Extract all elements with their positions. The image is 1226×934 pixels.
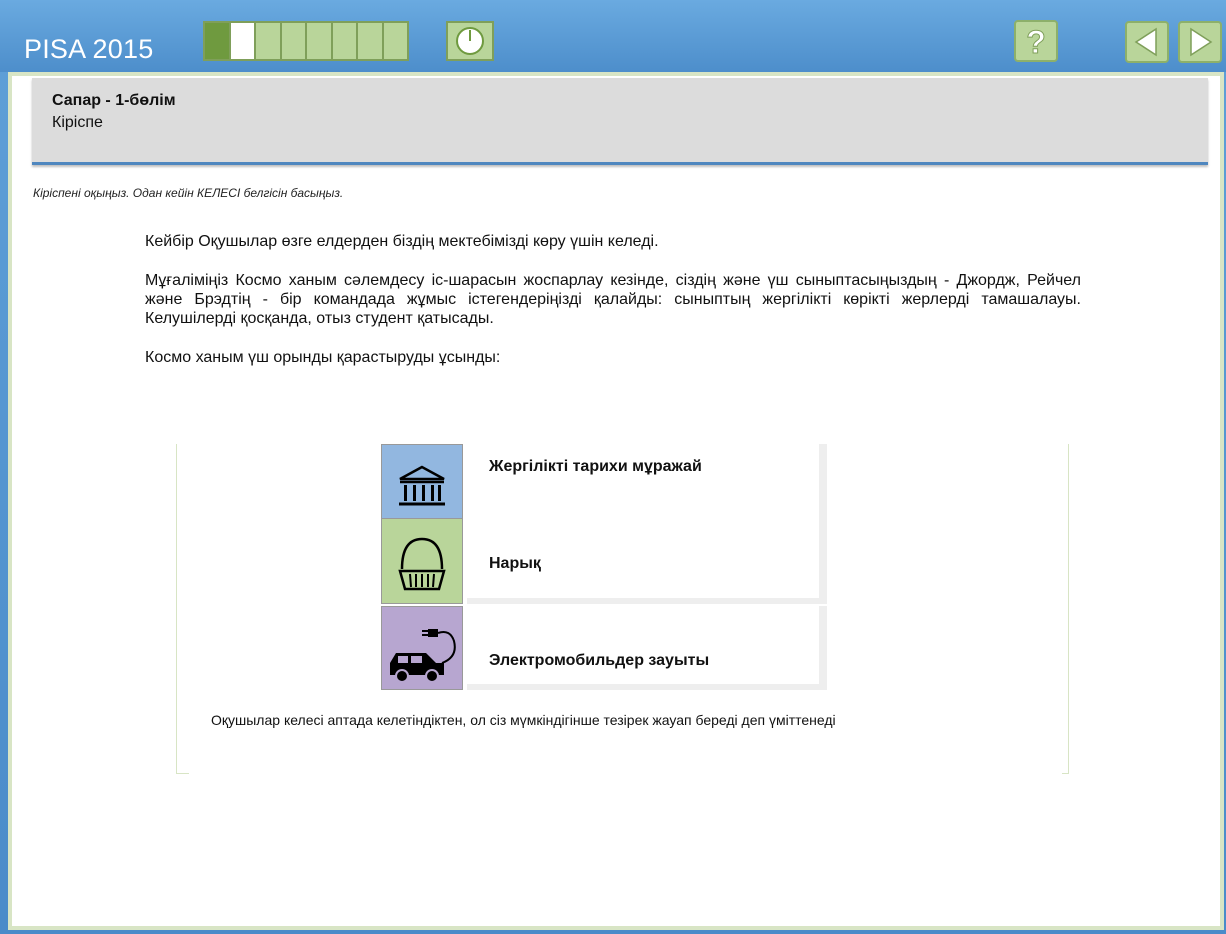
app-title: PISA 2015	[24, 34, 154, 64]
place-panel: Нарық	[467, 518, 827, 604]
place-item-factory: Электромобильдер зауыты	[381, 606, 827, 690]
place-panel: Жергілікті тарихи мұражай	[467, 444, 827, 528]
unit-header: Сапар - 1-бөлім Кіріспе	[32, 78, 1208, 165]
progress-segment	[256, 23, 282, 59]
electric-car-icon	[381, 606, 463, 690]
progress-segment	[358, 23, 384, 59]
progress-segment-current	[230, 23, 256, 59]
help-button[interactable]: ?	[1014, 20, 1058, 62]
place-item-museum: Жергілікті тарихи мұражай	[381, 444, 827, 528]
card-divider	[177, 773, 189, 774]
card-divider	[1062, 773, 1068, 774]
progress-segment	[332, 23, 358, 59]
museum-icon	[381, 444, 463, 528]
next-button[interactable]	[1178, 21, 1222, 63]
progress-indicator	[203, 21, 409, 61]
svg-text:?: ?	[1026, 24, 1046, 60]
top-bar: PISA 2015 ?	[0, 0, 1226, 72]
place-item-market: Нарық	[381, 518, 827, 604]
previous-button[interactable]	[1125, 21, 1169, 63]
place-panel: Электромобильдер зауыты	[467, 606, 827, 690]
unit-subtitle: Кіріспе	[52, 114, 103, 131]
progress-segment	[383, 23, 407, 59]
paragraph: Мұғаліміңіз Космо ханым сәлемдесу іс-шар…	[145, 272, 1081, 327]
unit-title: Сапар - 1-бөлім	[52, 92, 176, 109]
clock-icon	[456, 27, 484, 55]
footer-note: Оқушылар келесі аптада келетіндіктен, ол…	[211, 712, 836, 728]
paragraph: Кейбір Оқушылар өзге елдерден біздің мек…	[145, 233, 659, 250]
paragraph: Космо ханым үш орынды қарастыруды ұсынды…	[145, 349, 501, 366]
instruction-text: Кіріспені оқыңыз. Одан кейін КЕЛЕСІ белг…	[33, 186, 344, 200]
progress-segment	[205, 23, 231, 59]
places-card: Жергілікті тарихи мұражай Нарық Электром…	[176, 444, 1069, 774]
place-label: Нарық	[489, 555, 541, 572]
place-label: Жергілікті тарихи мұражай	[489, 458, 702, 475]
place-label: Электромобильдер зауыты	[489, 652, 710, 669]
progress-segment	[307, 23, 333, 59]
progress-segment	[281, 23, 307, 59]
arrow-left-icon	[1134, 27, 1157, 57]
question-mark-icon: ?	[1026, 24, 1047, 61]
stimulus-text: Кейбір Оқушылар өзге елдерден біздің мек…	[145, 232, 1081, 387]
timer-button[interactable]	[446, 21, 494, 61]
arrow-right-icon	[1190, 27, 1213, 57]
basket-icon	[381, 518, 463, 604]
